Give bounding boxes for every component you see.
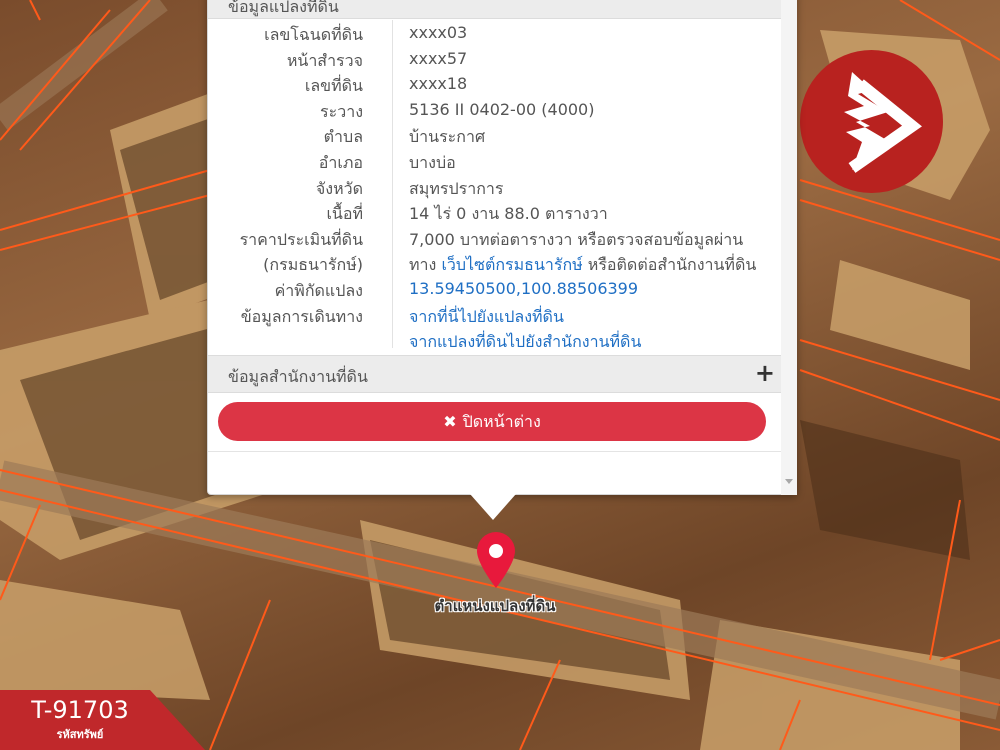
popup-divider: [208, 451, 781, 452]
info-label: เลขโฉนดที่ดิน: [264, 25, 363, 44]
info-row-survey-page: หน้าสำรวจ xxxx57: [208, 46, 781, 72]
info-label: เนื้อที่: [326, 204, 363, 224]
info-label: ระวาง: [320, 101, 363, 121]
travel-label: ข้อมูลการเดินทาง: [240, 306, 363, 326]
info-row-deed-number: เลขโฉนดที่ดิน xxxx03: [208, 20, 781, 46]
parcel-info-section-title: ข้อมูลแปลงที่ดิน: [228, 0, 339, 16]
info-row-coordinates: ค่าพิกัดแปลง 13.59450500,100.88506399: [208, 276, 781, 302]
close-icon: ✖: [443, 412, 457, 431]
info-label: หน้าสำรวจ: [286, 50, 363, 70]
info-row-map-sheet: ระวาง 5136 II 0402-00 (4000): [208, 97, 781, 123]
brand-logo-icon: [844, 72, 922, 173]
appraisal-suffix: หรือติดต่อสำนักงานที่ดิน: [587, 255, 757, 275]
appraisal-value: 7,000 บาทต่อตารางวา หรือตรวจสอบข้อมูลผ่า…: [409, 229, 744, 249]
appraisal-label: ราคาประเมินที่ดิน: [239, 229, 363, 249]
close-window-label: ปิดหน้าต่าง: [462, 412, 541, 431]
info-value: xxxx03: [409, 23, 468, 42]
info-label: จังหวัด: [315, 178, 363, 198]
land-office-section-title: ข้อมูลสำนักงานที่ดิน: [228, 367, 368, 386]
directions-to-land-office-link[interactable]: จากแปลงที่ดินไปยังสำนักงานที่ดิน: [409, 330, 641, 355]
info-row-district: อำเภอ บางบ่อ: [208, 148, 781, 174]
info-row-appraisal-2: (กรมธนารักษ์) ทาง เว็บไซต์กรมธนารักษ์ หร…: [208, 250, 781, 276]
info-value: xxxx57: [409, 48, 468, 68]
popup-scrollbar[interactable]: [781, 0, 797, 495]
info-row-appraisal-1: ราคาประเมินที่ดิน 7,000 บาทต่อตารางวา หร…: [208, 225, 781, 251]
coordinates-link[interactable]: 13.59450500,100.88506399: [409, 279, 638, 298]
info-row-province: จังหวัด สมุทรปราการ: [208, 174, 781, 200]
parcel-info-table: เลขโฉนดที่ดิน xxxx03 หน้าสำรวจ xxxx57 เล…: [208, 20, 781, 353]
land-parcel-popup: ข้อมูลแปลงที่ดิน เลขโฉนดที่ดิน xxxx03 หน…: [207, 0, 797, 495]
treasury-website-link[interactable]: เว็บไซต์กรมธนารักษ์: [441, 255, 582, 274]
appraisal-prefix: ทาง: [409, 255, 437, 275]
directions-to-parcel-link[interactable]: จากที่นี่ไปยังแปลงที่ดิน: [409, 305, 564, 330]
info-row-area: เนื้อที่ 14 ไร่ 0 งาน 88.0 ตารางวา: [208, 199, 781, 225]
appraisal-label-department: (กรมธนารักษ์): [263, 255, 363, 275]
info-label: ตำบล: [323, 127, 363, 147]
info-value: บ้านระกาศ: [409, 127, 486, 147]
info-value: xxxx18: [409, 74, 468, 94]
info-label: อำเภอ: [318, 152, 363, 172]
land-office-section-header[interactable]: ข้อมูลสำนักงานที่ดิน +: [208, 355, 781, 393]
brand-logo: [800, 50, 943, 193]
location-pin-icon[interactable]: [474, 530, 518, 590]
info-value: บางบ่อ: [409, 152, 456, 172]
coordinates-label: ค่าพิกัดแปลง: [274, 280, 363, 300]
scroll-down-arrow-icon[interactable]: [785, 479, 793, 484]
location-pin-shape: [477, 532, 515, 588]
asset-code-label: รหัสทรัพย์: [56, 728, 104, 741]
info-row-subdistrict: ตำบล บ้านระกาศ: [208, 122, 781, 148]
parcel-info-section-header[interactable]: ข้อมูลแปลงที่ดิน: [208, 0, 781, 19]
asset-code: T-91703: [31, 696, 129, 724]
info-value: สมุทรปราการ: [409, 178, 504, 198]
close-window-button[interactable]: ✖ ปิดหน้าต่าง: [218, 402, 766, 441]
info-value: 5136 II 0402-00 (4000): [409, 99, 595, 119]
appraisal-value-line2: ทาง เว็บไซต์กรมธนารักษ์ หรือติดต่อสำนักง…: [409, 253, 756, 278]
popup-pointer: [470, 494, 516, 520]
info-row-land-number: เลขที่ดิน xxxx18: [208, 71, 781, 97]
info-value: 14 ไร่ 0 งาน 88.0 ตารางวา: [409, 204, 608, 224]
info-row-travel: ข้อมูลการเดินทาง จากที่นี่ไปยังแปลงที่ดิ…: [208, 302, 781, 328]
expand-plus-icon[interactable]: +: [755, 359, 775, 387]
info-row-travel-2: จากแปลงที่ดินไปยังสำนักงานที่ดิน: [208, 327, 781, 353]
marker-label: ตำแหน่งแปลงที่ดิน: [434, 597, 556, 615]
info-label: เลขที่ดิน: [304, 76, 363, 96]
